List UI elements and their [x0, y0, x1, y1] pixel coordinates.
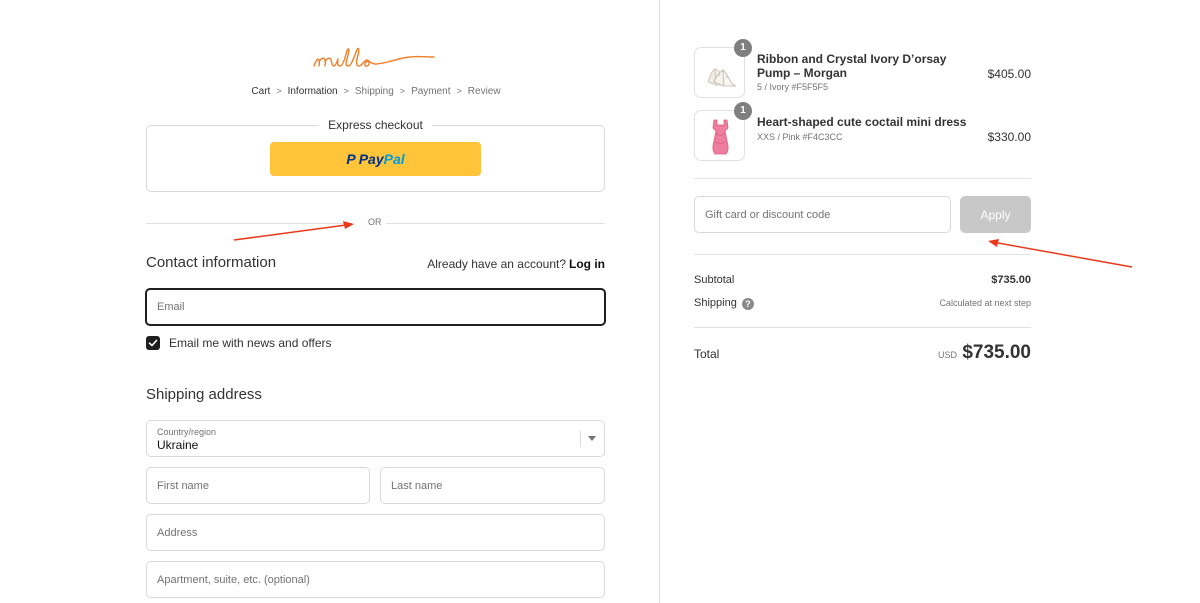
or-divider: OR [146, 216, 605, 230]
help-icon[interactable]: ? [741, 298, 754, 310]
discount-placeholder: Gift card or discount code [705, 208, 831, 221]
address-placeholder: Address [157, 526, 198, 539]
apartment-field[interactable]: Apartment, suite, etc. (optional) [146, 561, 605, 598]
login-prompt: Already have an account? Log in [427, 257, 605, 271]
apply-button[interactable]: Apply [960, 196, 1031, 233]
paypal-button[interactable]: P Pay Pal [270, 142, 481, 176]
store-logo[interactable] [300, 40, 450, 76]
last-name-placeholder: Last name [391, 479, 443, 492]
quantity-badge: 1 [734, 39, 752, 57]
subtotal-value: $735.00 [991, 274, 1031, 286]
breadcrumb-information: Information [287, 86, 338, 97]
order-item: 1 Ribbon and Crystal Ivory D’orsay Pump … [694, 39, 1031, 99]
country-value: Ukraine [157, 438, 199, 452]
shipping-row: Shipping? Calculated at next step [694, 297, 1031, 310]
chevron-right-icon: > [456, 86, 462, 96]
paypal-pay-text: Pay [358, 151, 384, 167]
paypal-pal-text: Pal [383, 151, 405, 167]
total-label: Total [694, 347, 720, 361]
first-name-field[interactable]: First name [146, 467, 370, 504]
chevron-right-icon: > [276, 86, 282, 96]
total-row: Total USD $735.00 [694, 342, 1031, 368]
total-value: $735.00 [962, 342, 1031, 363]
section-divider [694, 327, 1031, 328]
breadcrumb: Cart > Information > Shipping > Payment > Review [146, 86, 606, 97]
section-divider [694, 254, 1031, 255]
express-checkout-title: Express checkout [318, 118, 433, 132]
item-price: $330.00 [987, 130, 1031, 144]
divider-line [146, 223, 352, 224]
country-label: Country/region [157, 427, 217, 437]
order-summary-panel: 1 Ribbon and Crystal Ivory D’orsay Pump … [659, 0, 1200, 603]
newsletter-checkbox[interactable] [146, 336, 160, 350]
email-field[interactable]: Email [145, 288, 606, 326]
paypal-icon: P [346, 151, 356, 167]
login-link[interactable]: Log in [569, 257, 605, 271]
item-name: Heart-shaped cute coctail mini dress [757, 115, 967, 129]
milla-logo-icon [313, 47, 435, 67]
shipping-address-title: Shipping address [146, 386, 262, 403]
apartment-placeholder: Apartment, suite, etc. (optional) [157, 573, 310, 586]
first-name-placeholder: First name [157, 479, 209, 492]
total-currency: USD [937, 350, 957, 360]
item-name: Ribbon and Crystal Ivory D’orsay Pump – … [757, 52, 947, 80]
breadcrumb-review: Review [467, 86, 501, 97]
newsletter-label: Email me with news and offers [169, 336, 332, 350]
item-price: $405.00 [987, 67, 1031, 81]
express-checkout: Express checkout P Pay Pal [146, 118, 605, 192]
chevron-right-icon: > [343, 86, 349, 96]
breadcrumb-shipping: Shipping [354, 86, 394, 97]
breadcrumb-payment: Payment [411, 86, 451, 97]
checkmark-icon [148, 339, 158, 347]
account-prompt-text: Already have an account? [427, 257, 566, 271]
product-thumbnail: 1 [694, 102, 752, 161]
country-select[interactable]: Country/region Ukraine [146, 420, 605, 457]
divider-line [386, 223, 605, 224]
contact-information-title: Contact information [146, 254, 277, 271]
last-name-field[interactable]: Last name [380, 467, 605, 504]
section-divider [694, 178, 1031, 179]
quantity-badge: 1 [734, 102, 752, 120]
newsletter-option[interactable]: Email me with news and offers [146, 336, 332, 350]
select-divider [580, 431, 581, 447]
shipping-label: Shipping [694, 297, 737, 309]
chevron-down-icon [588, 436, 596, 441]
discount-code-field[interactable]: Gift card or discount code [694, 196, 951, 233]
shipping-value: Calculated at next step [939, 298, 1031, 308]
item-variant: 5 / Ivory #F5F5F5 [757, 82, 829, 92]
breadcrumb-cart[interactable]: Cart [251, 86, 270, 97]
chevron-right-icon: > [399, 86, 406, 96]
order-item: 1 Heart-shaped cute coctail mini dress X… [694, 102, 1031, 162]
address-field[interactable]: Address [146, 514, 605, 551]
product-thumbnail: 1 [694, 39, 752, 98]
or-text: OR [368, 217, 382, 227]
subtotal-label: Subtotal [694, 274, 735, 286]
checkout-form-panel: Cart > Information > Shipping > Payment > Review… [0, 0, 659, 603]
subtotal-row: Subtotal $735.00 [694, 274, 1031, 286]
item-variant: XXS / Pink #F4C3CC [757, 132, 843, 142]
email-placeholder: Email [157, 301, 185, 313]
